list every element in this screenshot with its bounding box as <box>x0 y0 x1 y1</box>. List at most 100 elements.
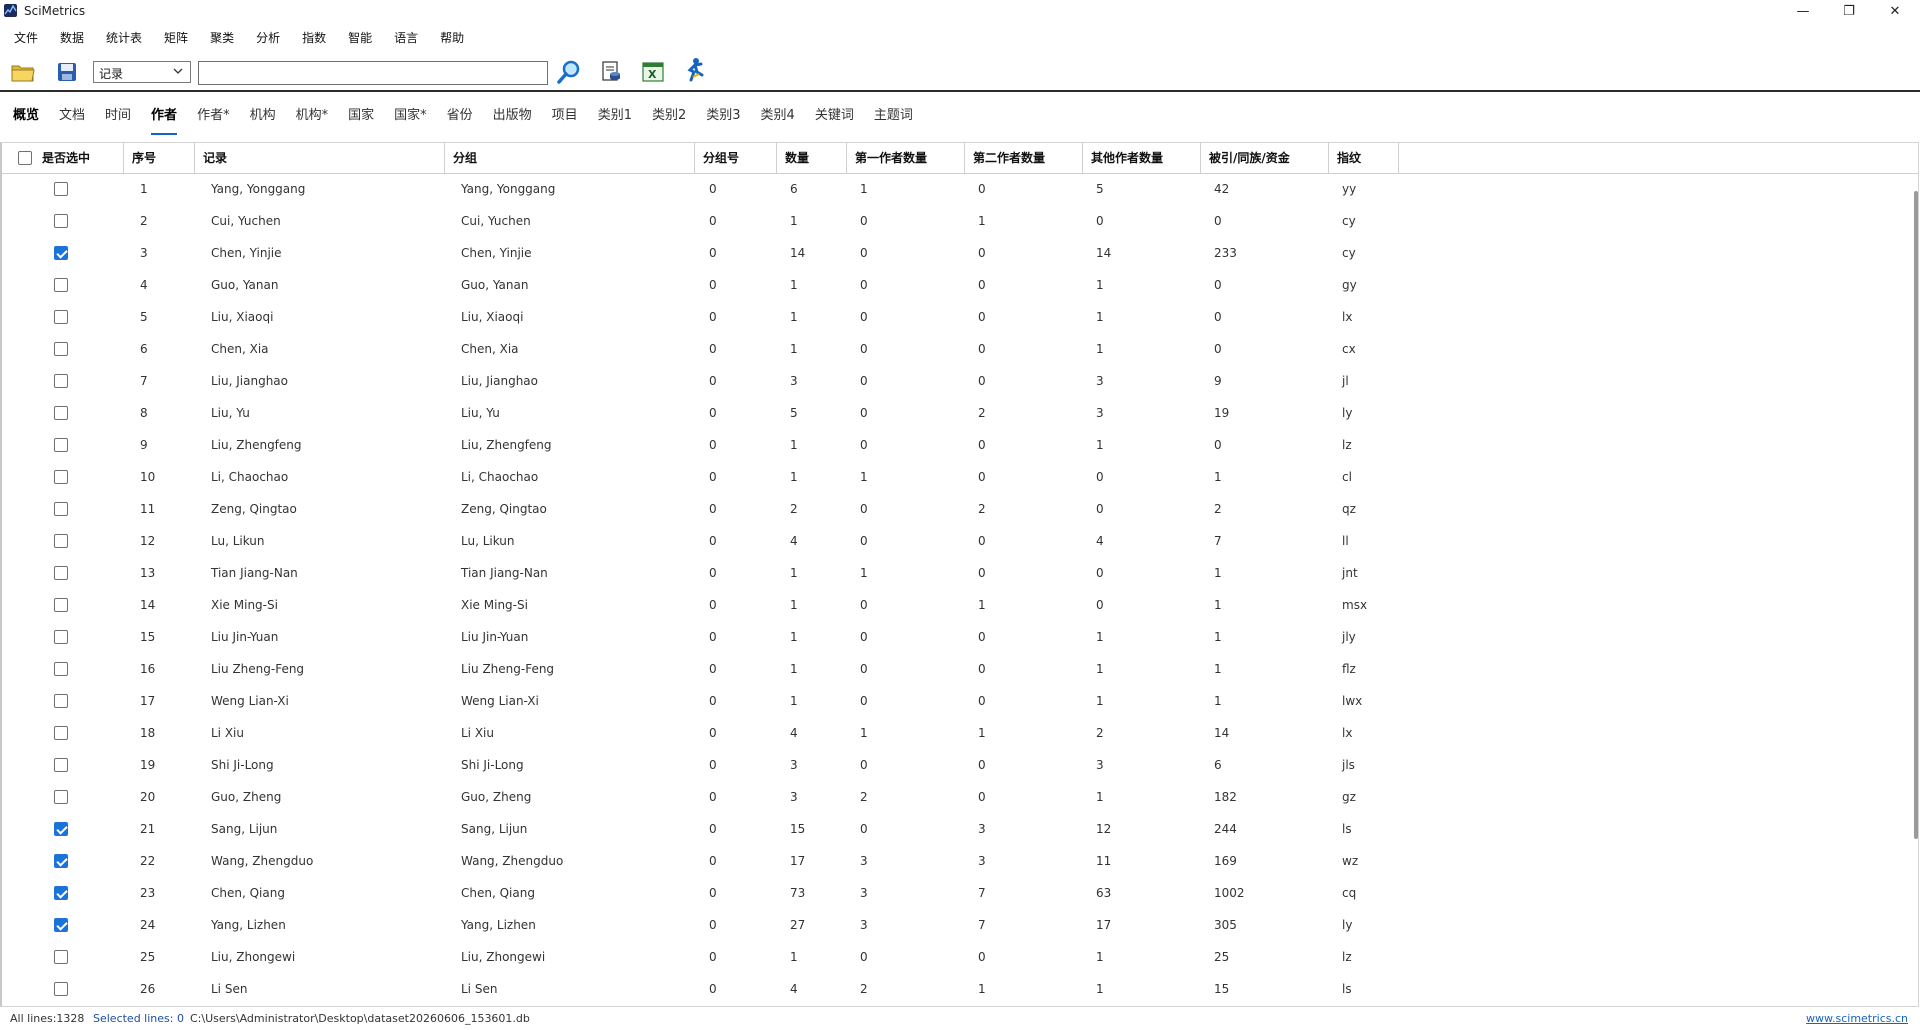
search-input[interactable] <box>198 61 548 85</box>
row-select-checkbox[interactable] <box>54 342 68 356</box>
tab-overview[interactable]: 概览 <box>0 104 49 128</box>
table-row[interactable]: 5 Liu, Xiaoqi Liu, Xiaoqi 0 1 0 0 1 0 lx <box>2 301 1902 333</box>
table-row[interactable]: 1 Yang, Yonggang Yang, Yonggang 0 6 1 0 5 42 yy <box>2 173 1902 205</box>
menu-analysis[interactable]: 分析 <box>245 26 291 50</box>
menu-language[interactable]: 语言 <box>383 26 429 50</box>
runner-icon[interactable] <box>682 58 708 82</box>
tab-category3[interactable]: 类别3 <box>696 104 750 128</box>
tab-category1[interactable]: 类别1 <box>588 104 642 128</box>
save-icon[interactable] <box>54 60 80 84</box>
table-row[interactable]: 2 Cui, Yuchen Cui, Yuchen 0 1 0 1 0 0 cy <box>2 205 1902 237</box>
tab-provinces[interactable]: 省份 <box>437 104 483 128</box>
tab-projects[interactable]: 项目 <box>542 104 588 128</box>
vertical-scrollbar[interactable] <box>1914 191 1918 839</box>
row-select-checkbox[interactable] <box>54 182 68 196</box>
table-row[interactable]: 20 Guo, Zheng Guo, Zheng 0 3 2 0 1 182 gz <box>2 781 1902 813</box>
table-row[interactable]: 7 Liu, Jianghao Liu, Jianghao 0 3 0 0 3 9 jl <box>2 365 1902 397</box>
tab-authors[interactable]: 作者 <box>141 104 187 135</box>
row-select-checkbox[interactable] <box>54 246 68 260</box>
table-row[interactable]: 22 Wang, Zhengduo Wang, Zhengduo 0 17 3 3 11 169… <box>2 845 1902 877</box>
column-header-fingerprint[interactable]: 指纹 <box>1329 143 1399 173</box>
menu-intelligence[interactable]: 智能 <box>337 26 383 50</box>
table-row[interactable]: 13 Tian Jiang-Nan Tian Jiang-Nan 0 1 1 0 0 1 jnt <box>2 557 1902 589</box>
open-folder-icon[interactable] <box>10 60 36 84</box>
row-select-checkbox[interactable] <box>54 566 68 580</box>
tab-category2[interactable]: 类别2 <box>642 104 696 128</box>
field-select[interactable]: 记录 <box>93 61 191 83</box>
select-all-checkbox[interactable] <box>18 151 32 165</box>
table-row[interactable]: 4 Guo, Yanan Guo, Yanan 0 1 0 0 1 0 gy <box>2 269 1902 301</box>
row-select-checkbox[interactable] <box>54 278 68 292</box>
row-select-checkbox[interactable] <box>54 982 68 996</box>
row-select-checkbox[interactable] <box>54 694 68 708</box>
row-select-checkbox[interactable] <box>54 438 68 452</box>
table-row[interactable]: 23 Chen, Qiang Chen, Qiang 0 73 3 7 63 1002 cq <box>2 877 1902 909</box>
row-select-checkbox[interactable] <box>54 214 68 228</box>
table-row[interactable]: 10 Li, Chaochao Li, Chaochao 0 1 1 0 0 1 cl <box>2 461 1902 493</box>
row-select-checkbox[interactable] <box>54 758 68 772</box>
tab-publications[interactable]: 出版物 <box>483 104 542 128</box>
column-header-index[interactable]: 序号 <box>124 143 195 173</box>
website-link[interactable]: www.scimetrics.cn <box>1806 1009 1908 1029</box>
menu-matrix[interactable]: 矩阵 <box>153 26 199 50</box>
table-row[interactable]: 16 Liu Zheng-Feng Liu Zheng-Feng 0 1 0 0 1 1 flz <box>2 653 1902 685</box>
tab-countries[interactable]: 国家 <box>338 104 384 128</box>
row-select-checkbox[interactable] <box>54 822 68 836</box>
table-row[interactable]: 18 Li Xiu Li Xiu 0 4 1 1 2 14 lx <box>2 717 1902 749</box>
row-select-checkbox[interactable] <box>54 854 68 868</box>
row-select-checkbox[interactable] <box>54 406 68 420</box>
column-header-cited[interactable]: 被引/同族/资金 <box>1201 143 1329 173</box>
table-row[interactable]: 6 Chen, Xia Chen, Xia 0 1 0 0 1 0 cx <box>2 333 1902 365</box>
column-header-other-authors[interactable]: 其他作者数量 <box>1083 143 1201 173</box>
row-select-checkbox[interactable] <box>54 886 68 900</box>
table-row[interactable]: 19 Shi Ji-Long Shi Ji-Long 0 3 0 0 3 6 jls <box>2 749 1902 781</box>
table-row[interactable]: 9 Liu, Zhengfeng Liu, Zhengfeng 0 1 0 0 1 0 lz <box>2 429 1902 461</box>
restore-button[interactable]: ❐ <box>1826 0 1872 22</box>
menu-file[interactable]: 文件 <box>0 26 49 50</box>
table-row[interactable]: 25 Liu, Zhongewi Liu, Zhongewi 0 1 0 0 1 25 lz <box>2 941 1902 973</box>
table-row[interactable]: 26 Li Sen Li Sen 0 4 2 1 1 15 ls <box>2 973 1902 1005</box>
row-select-checkbox[interactable] <box>54 310 68 324</box>
tab-subject-terms[interactable]: 主题词 <box>864 104 923 128</box>
row-select-checkbox[interactable] <box>54 950 68 964</box>
search-magnifier-icon[interactable] <box>556 60 582 84</box>
row-select-checkbox[interactable] <box>54 470 68 484</box>
document-db-icon[interactable] <box>598 60 624 84</box>
row-select-checkbox[interactable] <box>54 918 68 932</box>
column-header-group[interactable]: 分组 <box>445 143 695 173</box>
tab-time[interactable]: 时间 <box>95 104 141 128</box>
row-select-checkbox[interactable] <box>54 726 68 740</box>
tab-authors-star[interactable]: 作者* <box>187 104 240 128</box>
row-select-checkbox[interactable] <box>54 790 68 804</box>
tab-documents[interactable]: 文档 <box>49 104 95 128</box>
menu-cluster[interactable]: 聚类 <box>199 26 245 50</box>
column-header-count[interactable]: 数量 <box>777 143 847 173</box>
table-row[interactable]: 12 Lu, Likun Lu, Likun 0 4 0 0 4 7 ll <box>2 525 1902 557</box>
table-row[interactable]: 8 Liu, Yu Liu, Yu 0 5 0 2 3 19 ly <box>2 397 1902 429</box>
row-select-checkbox[interactable] <box>54 502 68 516</box>
row-select-checkbox[interactable] <box>54 662 68 676</box>
minimize-button[interactable]: — <box>1780 0 1826 22</box>
row-select-checkbox[interactable] <box>54 598 68 612</box>
excel-export-icon[interactable]: X <box>640 60 666 84</box>
row-select-checkbox[interactable] <box>54 374 68 388</box>
column-header-group-no[interactable]: 分组号 <box>695 143 777 173</box>
row-select-checkbox[interactable] <box>54 630 68 644</box>
menu-data[interactable]: 数据 <box>49 26 95 50</box>
menu-statistics[interactable]: 统计表 <box>95 26 153 50</box>
tab-institutions-star[interactable]: 机构* <box>286 104 339 128</box>
table-row[interactable]: 21 Sang, Lijun Sang, Lijun 0 15 0 3 12 244 ls <box>2 813 1902 845</box>
row-select-checkbox[interactable] <box>54 534 68 548</box>
menu-index[interactable]: 指数 <box>291 26 337 50</box>
tab-institutions[interactable]: 机构 <box>240 104 286 128</box>
column-header-first-author[interactable]: 第一作者数量 <box>847 143 965 173</box>
table-row[interactable]: 24 Yang, Lizhen Yang, Lizhen 0 27 3 7 17 305 ly <box>2 909 1902 941</box>
table-row[interactable]: 15 Liu Jin-Yuan Liu Jin-Yuan 0 1 0 0 1 1 jly <box>2 621 1902 653</box>
column-header-selected[interactable]: 是否选中 <box>2 143 124 173</box>
close-button[interactable]: ✕ <box>1872 0 1918 22</box>
menu-help[interactable]: 帮助 <box>429 26 475 50</box>
table-row[interactable]: 11 Zeng, Qingtao Zeng, Qingtao 0 2 0 2 0 2 qz <box>2 493 1902 525</box>
tab-countries-star[interactable]: 国家* <box>384 104 437 128</box>
table-row[interactable]: 3 Chen, Yinjie Chen, Yinjie 0 14 0 0 14 233 cy <box>2 237 1902 269</box>
column-header-record[interactable]: 记录 <box>195 143 445 173</box>
